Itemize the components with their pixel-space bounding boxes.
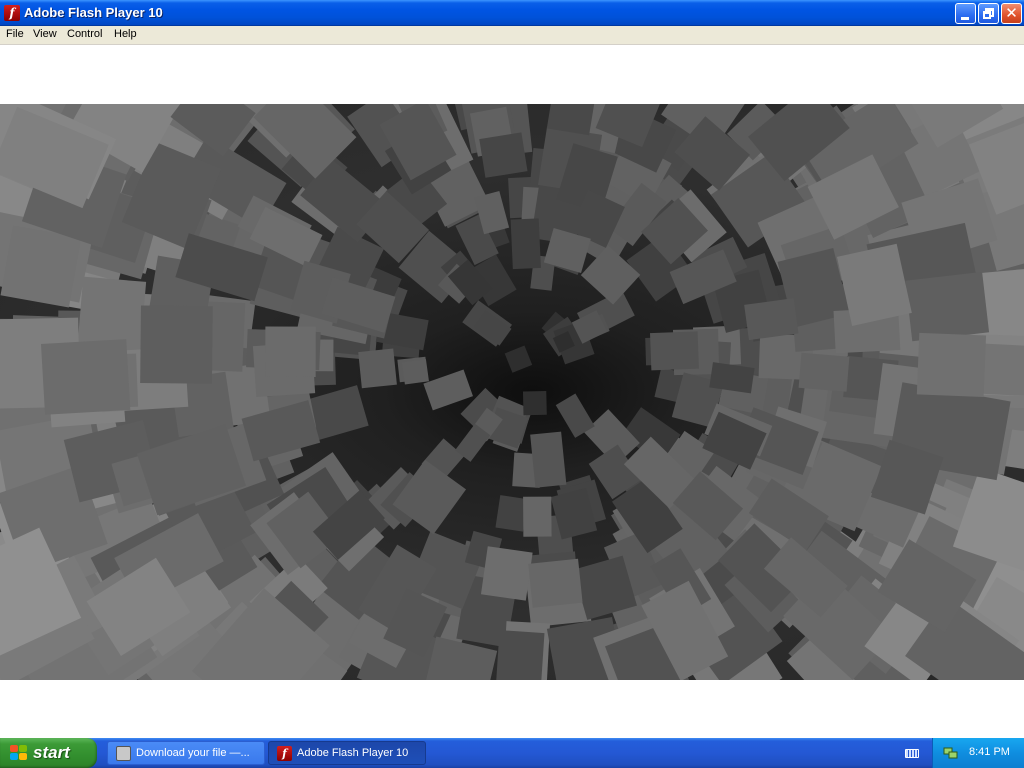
flash-player-icon: f bbox=[4, 5, 20, 21]
texture-block bbox=[504, 345, 533, 373]
texture-block bbox=[495, 630, 545, 680]
flash-stage[interactable] bbox=[0, 104, 1024, 680]
menu-bar: File View Control Help bbox=[0, 26, 1024, 45]
texture-block bbox=[650, 331, 699, 371]
browser-icon bbox=[116, 746, 131, 761]
minimize-button[interactable] bbox=[955, 3, 976, 24]
texture-block bbox=[0, 225, 82, 308]
flash-player-icon: f bbox=[277, 746, 292, 761]
texture-block bbox=[479, 132, 528, 178]
texture-block bbox=[523, 496, 552, 537]
start-button[interactable]: start bbox=[0, 738, 97, 768]
windows-logo-icon bbox=[10, 745, 28, 761]
menu-view[interactable]: View bbox=[33, 28, 57, 40]
texture-block bbox=[140, 305, 213, 384]
minimize-icon bbox=[961, 17, 969, 20]
texture-block bbox=[744, 298, 799, 341]
texture-block bbox=[528, 558, 583, 608]
start-label: start bbox=[33, 743, 70, 762]
taskbar-item-label: Download your file —... bbox=[136, 747, 250, 759]
menu-help[interactable]: Help bbox=[114, 28, 137, 40]
texture-block bbox=[423, 369, 473, 411]
system-tray: 8:41 PM bbox=[932, 738, 1024, 768]
texture-block bbox=[798, 352, 850, 392]
texture-block bbox=[495, 495, 528, 532]
texture-block bbox=[905, 271, 990, 342]
taskbar-item-flash-player[interactable]: f Adobe Flash Player 10 bbox=[268, 741, 426, 765]
texture-block bbox=[401, 359, 429, 385]
window-titlebar[interactable]: f Adobe Flash Player 10 ✕ bbox=[0, 0, 1024, 26]
texture-block bbox=[265, 326, 316, 377]
texture-block bbox=[510, 218, 541, 270]
restore-button[interactable] bbox=[978, 3, 999, 24]
taskbar-item-label: Adobe Flash Player 10 bbox=[297, 747, 409, 759]
texture-block bbox=[522, 390, 547, 416]
texture-block bbox=[530, 431, 567, 488]
menu-control[interactable]: Control bbox=[67, 28, 102, 40]
keyboard-icon[interactable] bbox=[905, 749, 919, 758]
clock: 8:41 PM bbox=[969, 746, 1010, 758]
taskbar: start Download your file —... f Adobe Fl… bbox=[0, 738, 1024, 768]
close-icon: ✕ bbox=[1005, 5, 1018, 22]
flash-content-area bbox=[0, 45, 1024, 738]
menu-file[interactable]: File bbox=[6, 28, 24, 40]
texture-block bbox=[40, 339, 131, 415]
flash-animation-frame bbox=[0, 104, 1024, 680]
taskbar-item-download[interactable]: Download your file —... bbox=[107, 741, 265, 765]
close-button[interactable]: ✕ bbox=[1001, 3, 1022, 24]
texture-block bbox=[916, 332, 987, 397]
network-icon[interactable] bbox=[943, 745, 958, 760]
window-title: Adobe Flash Player 10 bbox=[24, 5, 163, 20]
texture-block bbox=[358, 348, 397, 389]
texture-block bbox=[580, 245, 641, 305]
texture-block bbox=[480, 546, 533, 601]
